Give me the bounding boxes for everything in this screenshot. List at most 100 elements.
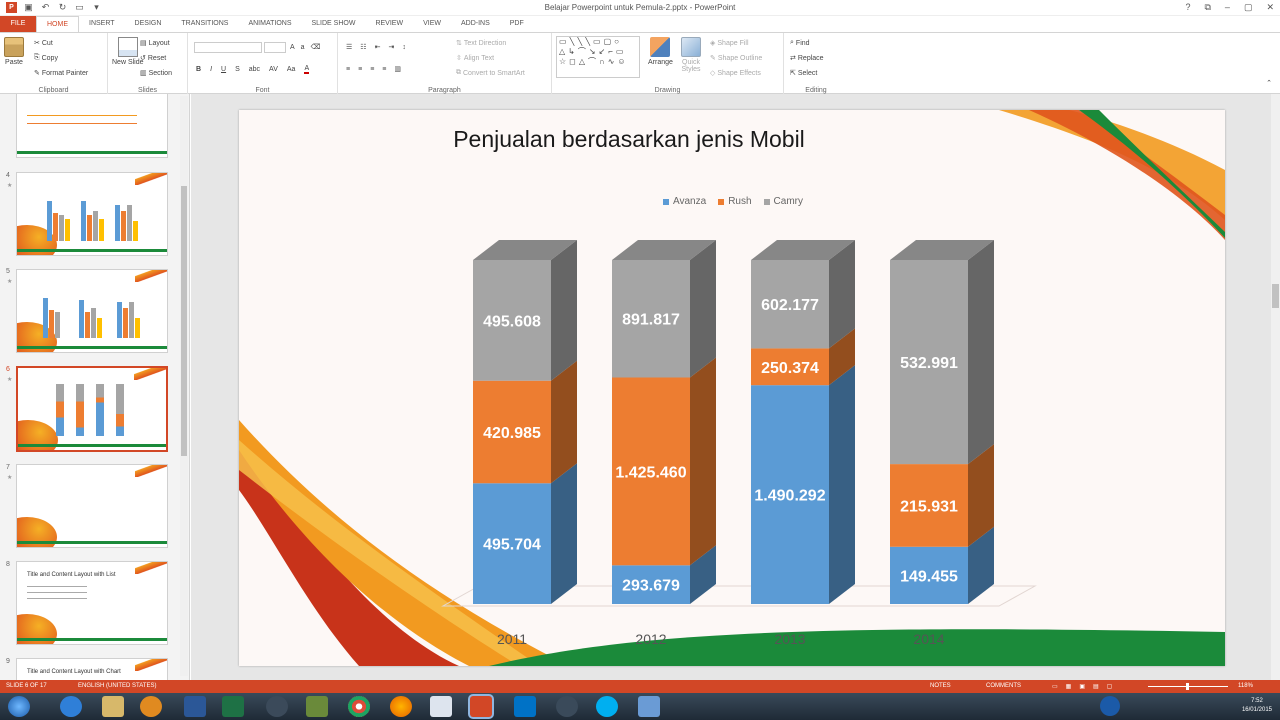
shape-fill-button[interactable]: ◈ Shape Fill [710,39,749,48]
file-explorer-icon[interactable] [102,696,124,717]
app-icon[interactable] [556,696,578,717]
help-icon[interactable]: ? [1185,2,1190,13]
columns-icon[interactable]: ▥ [394,65,401,73]
slide-thumbnail-4[interactable] [16,172,168,256]
tab-insert[interactable]: INSERT [79,16,125,32]
align-center-icon[interactable]: ≡ [358,66,362,73]
tab-pdf[interactable]: PDF [500,16,534,32]
thumb-bar [123,308,128,338]
slide-thumbnail-6[interactable] [16,366,168,452]
align-right-icon[interactable]: ≡ [370,66,374,73]
app-icon[interactable] [638,696,660,717]
section-button[interactable]: ▥ Section [140,69,172,78]
shape-outline-button[interactable]: ✎ Shape Outline [710,54,762,63]
scrollbar-thumb[interactable] [181,186,187,456]
tab-file[interactable]: FILE [0,16,36,32]
smartart-button[interactable]: ⧉ Convert to SmartArt [456,69,525,77]
excel-icon[interactable] [222,696,244,717]
ie-icon[interactable] [60,696,82,717]
layout-button[interactable]: ▤ Layout [140,39,170,48]
shrink-font-icon[interactable]: a [301,44,305,51]
increase-indent-icon[interactable]: ⇥ [388,43,394,51]
new-slide-button[interactable]: New Slide [112,37,144,66]
zoom-level[interactable]: 118% [1238,683,1253,689]
ribbon-display-icon[interactable]: ⧉ [1204,2,1210,13]
grow-font-icon[interactable]: A [290,44,295,51]
line-spacing-icon[interactable]: ↕ [402,44,406,51]
tab-animations[interactable]: ANIMATIONS [238,16,301,32]
format-painter-button[interactable]: ✎ Format Painter [34,69,88,78]
comments-button[interactable]: COMMENTS [986,683,1021,689]
paste-button[interactable]: Paste [4,37,24,66]
minimize-button[interactable]: – [1225,2,1230,13]
clear-format-icon[interactable]: ⌫ [311,43,321,51]
notes-button[interactable]: NOTES [930,683,951,689]
bullets-icon[interactable]: ☰ [346,43,352,51]
notepad-icon[interactable] [430,696,452,717]
help-tray-icon[interactable] [1100,696,1120,716]
slide-thumbnail-8[interactable]: Title and Content Layout with List [16,561,168,645]
replace-button[interactable]: ⇄ Replace [790,54,824,63]
outlook-icon[interactable] [514,696,536,717]
tab-transitions[interactable]: TRANSITIONS [171,16,238,32]
select-button[interactable]: ⇱ Select [790,69,817,78]
font-color-icon[interactable]: A [304,65,310,74]
chrome-icon[interactable] [348,696,370,717]
collapse-ribbon-icon[interactable]: ⌃ [1266,79,1272,87]
app-icon[interactable] [306,696,328,717]
slide-title[interactable]: Penjualan berdasarkan jenis Mobil [239,126,1019,153]
tab-home[interactable]: HOME [36,16,79,32]
quick-styles-button[interactable]: Quick Styles [678,37,704,73]
text-direction-button[interactable]: ⇅ Text Direction [456,39,506,48]
skype-icon[interactable] [596,696,618,717]
slide-thumbnail-7[interactable] [16,464,168,548]
zoom-slider-thumb[interactable] [1186,683,1189,690]
copy-button[interactable]: ⎘ Copy [34,54,58,62]
align-left-icon[interactable]: ≡ [346,66,350,73]
system-clock[interactable]: 7:52 16/01/2015 [1242,697,1272,715]
app-icon[interactable] [266,696,288,717]
strikethrough-icon[interactable]: abc [249,66,260,73]
x-axis-label: 2013 [774,631,805,647]
find-button[interactable]: ⌕ Find [790,39,810,47]
shape-effects-button[interactable]: ◇ Shape Effects [710,69,761,78]
reset-button[interactable]: ↺ Reset [140,54,166,63]
slide-thumbnail-3[interactable] [16,94,168,158]
thumb-bar [87,215,92,241]
shadow-icon[interactable]: S [235,66,240,73]
tab-design[interactable]: DESIGN [125,16,172,32]
numbering-icon[interactable]: ☷ [360,43,366,51]
tab-view[interactable]: VIEW [413,16,451,32]
editor-scrollbar[interactable] [1271,94,1280,680]
tab-review[interactable]: REVIEW [365,16,413,32]
underline-icon[interactable]: U [221,66,226,73]
justify-icon[interactable]: ≡ [382,66,386,73]
italic-icon[interactable]: I [210,66,212,73]
firefox-icon[interactable] [390,696,412,717]
font-size-select[interactable] [264,42,286,53]
start-button[interactable] [8,696,30,717]
slide-thumbnail-5[interactable] [16,269,168,353]
media-player-icon[interactable] [140,696,162,717]
word-icon[interactable] [184,696,206,717]
align-text-button[interactable]: ⇳ Align Text [456,54,494,63]
shapes-gallery[interactable]: ▭╲╲╲▭▢○ △↳⌒↘↙⌐▭ ☆◻△⌒∩∿☺ [556,36,640,78]
slide-canvas[interactable]: 495.704 420.985 495.608 2011 293.679 1.425.46… [239,110,1225,666]
cut-button[interactable]: ✂ Cut [34,39,53,48]
decrease-indent-icon[interactable]: ⇤ [375,43,381,51]
bold-icon[interactable]: B [196,66,201,73]
powerpoint-taskbar-icon[interactable] [470,696,492,717]
close-button[interactable]: ✕ [1266,2,1274,13]
tab-slide-show[interactable]: SLIDE SHOW [302,16,366,32]
case-icon[interactable]: Aa [287,66,296,73]
scrollbar-thumb[interactable] [1272,284,1279,308]
tab-add-ins[interactable]: ADD-INS [451,16,500,32]
arrange-button[interactable]: Arrange [648,37,673,66]
thumbnails-scrollbar[interactable] [180,96,188,676]
view-buttons[interactable]: ▭▦▣▤▢ [1052,683,1120,690]
language-indicator[interactable]: ENGLISH (UNITED STATES) [78,683,156,689]
font-family-select[interactable] [194,42,262,53]
slide-thumbnail-9[interactable]: Title and Content Layout with Chart [16,658,168,680]
maximize-button[interactable]: ▢ [1244,2,1253,13]
spacing-icon[interactable]: AV [269,66,278,73]
